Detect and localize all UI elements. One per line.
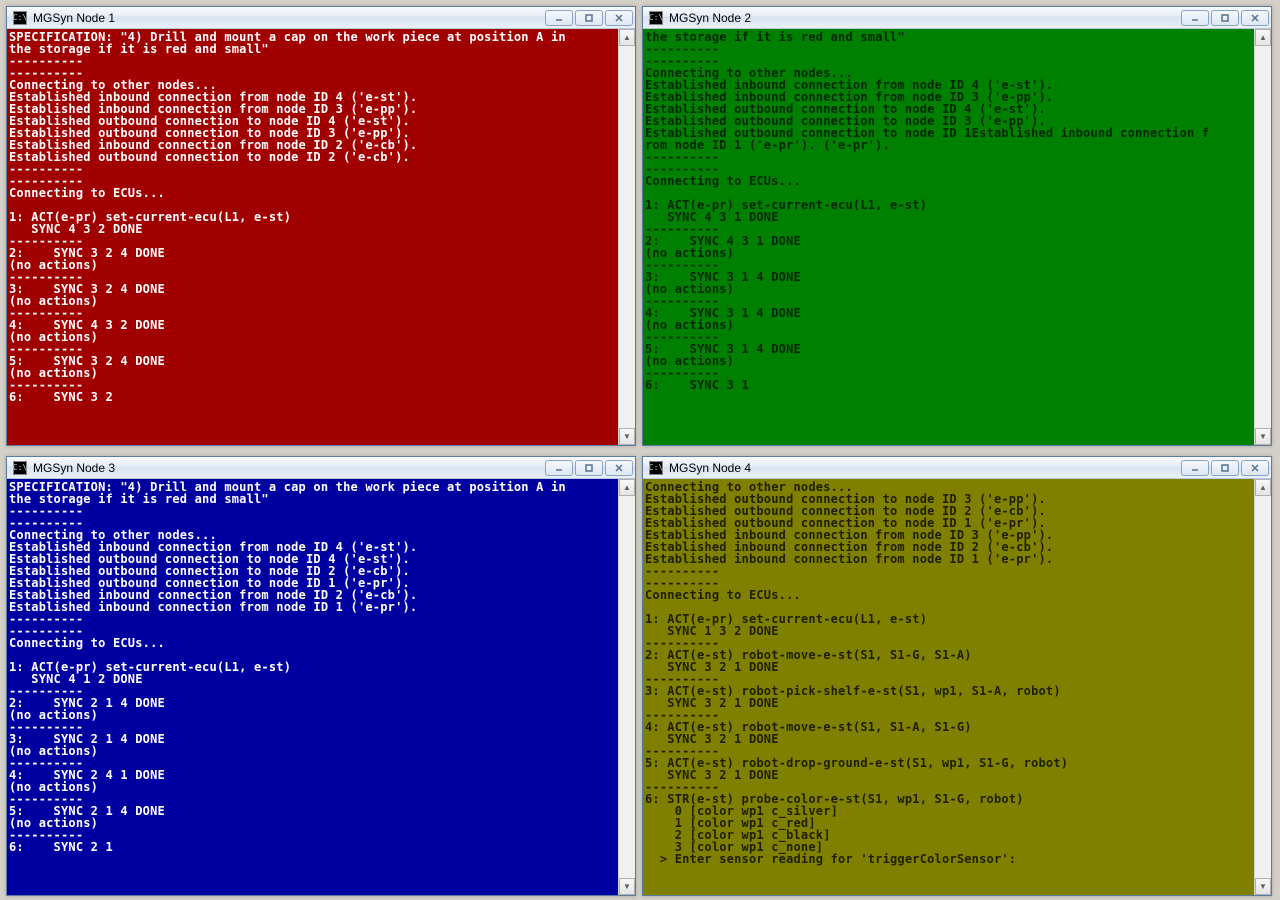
- window-title: MGSyn Node 1: [33, 11, 545, 25]
- minimize-button[interactable]: [1181, 460, 1209, 476]
- maximize-button[interactable]: [1211, 10, 1239, 26]
- window-title: MGSyn Node 2: [669, 11, 1181, 25]
- scroll-up-button[interactable]: ▲: [1255, 29, 1271, 46]
- window-title: MGSyn Node 3: [33, 461, 545, 475]
- scroll-up-button[interactable]: ▲: [619, 479, 635, 496]
- close-button[interactable]: [605, 460, 633, 476]
- console-output[interactable]: SPECIFICATION: "4) Drill and mount a cap…: [7, 479, 618, 895]
- scroll-up-button[interactable]: ▲: [619, 29, 635, 46]
- close-button[interactable]: [1241, 10, 1269, 26]
- window-controls: [1181, 460, 1269, 476]
- scrollbar[interactable]: ▲ ▼: [618, 29, 635, 445]
- cmd-icon: C:\: [649, 461, 663, 475]
- console-output[interactable]: SPECIFICATION: "4) Drill and mount a cap…: [7, 29, 618, 445]
- titlebar[interactable]: C:\ MGSyn Node 4: [643, 457, 1271, 479]
- window-controls: [1181, 10, 1269, 26]
- cmd-icon: C:\: [13, 11, 27, 25]
- terminal-window-4: C:\ MGSyn Node 4 Connecting to other nod…: [642, 456, 1272, 896]
- scroll-down-button[interactable]: ▼: [619, 428, 635, 445]
- window-controls: [545, 460, 633, 476]
- console-output[interactable]: the storage if it is red and small" ----…: [643, 29, 1254, 445]
- scroll-down-button[interactable]: ▼: [619, 878, 635, 895]
- close-button[interactable]: [605, 10, 633, 26]
- scroll-up-button[interactable]: ▲: [1255, 479, 1271, 496]
- maximize-button[interactable]: [575, 460, 603, 476]
- titlebar[interactable]: C:\ MGSyn Node 2: [643, 7, 1271, 29]
- titlebar[interactable]: C:\ MGSyn Node 3: [7, 457, 635, 479]
- minimize-button[interactable]: [545, 460, 573, 476]
- terminal-window-2: C:\ MGSyn Node 2 the storage if it is re…: [642, 6, 1272, 446]
- scrollbar[interactable]: ▲ ▼: [1254, 479, 1271, 895]
- console-output[interactable]: Connecting to other nodes... Established…: [643, 479, 1254, 895]
- terminal-window-3: C:\ MGSyn Node 3 SPECIFICATION: "4) Dril…: [6, 456, 636, 896]
- cmd-icon: C:\: [649, 11, 663, 25]
- minimize-button[interactable]: [545, 10, 573, 26]
- window-title: MGSyn Node 4: [669, 461, 1181, 475]
- cmd-icon: C:\: [13, 461, 27, 475]
- maximize-button[interactable]: [1211, 460, 1239, 476]
- scrollbar[interactable]: ▲ ▼: [1254, 29, 1271, 445]
- window-controls: [545, 10, 633, 26]
- scrollbar[interactable]: ▲ ▼: [618, 479, 635, 895]
- close-button[interactable]: [1241, 460, 1269, 476]
- scroll-down-button[interactable]: ▼: [1255, 428, 1271, 445]
- minimize-button[interactable]: [1181, 10, 1209, 26]
- titlebar[interactable]: C:\ MGSyn Node 1: [7, 7, 635, 29]
- terminal-window-1: C:\ MGSyn Node 1 SPECIFICATION: "4) Dril…: [6, 6, 636, 446]
- scroll-down-button[interactable]: ▼: [1255, 878, 1271, 895]
- maximize-button[interactable]: [575, 10, 603, 26]
